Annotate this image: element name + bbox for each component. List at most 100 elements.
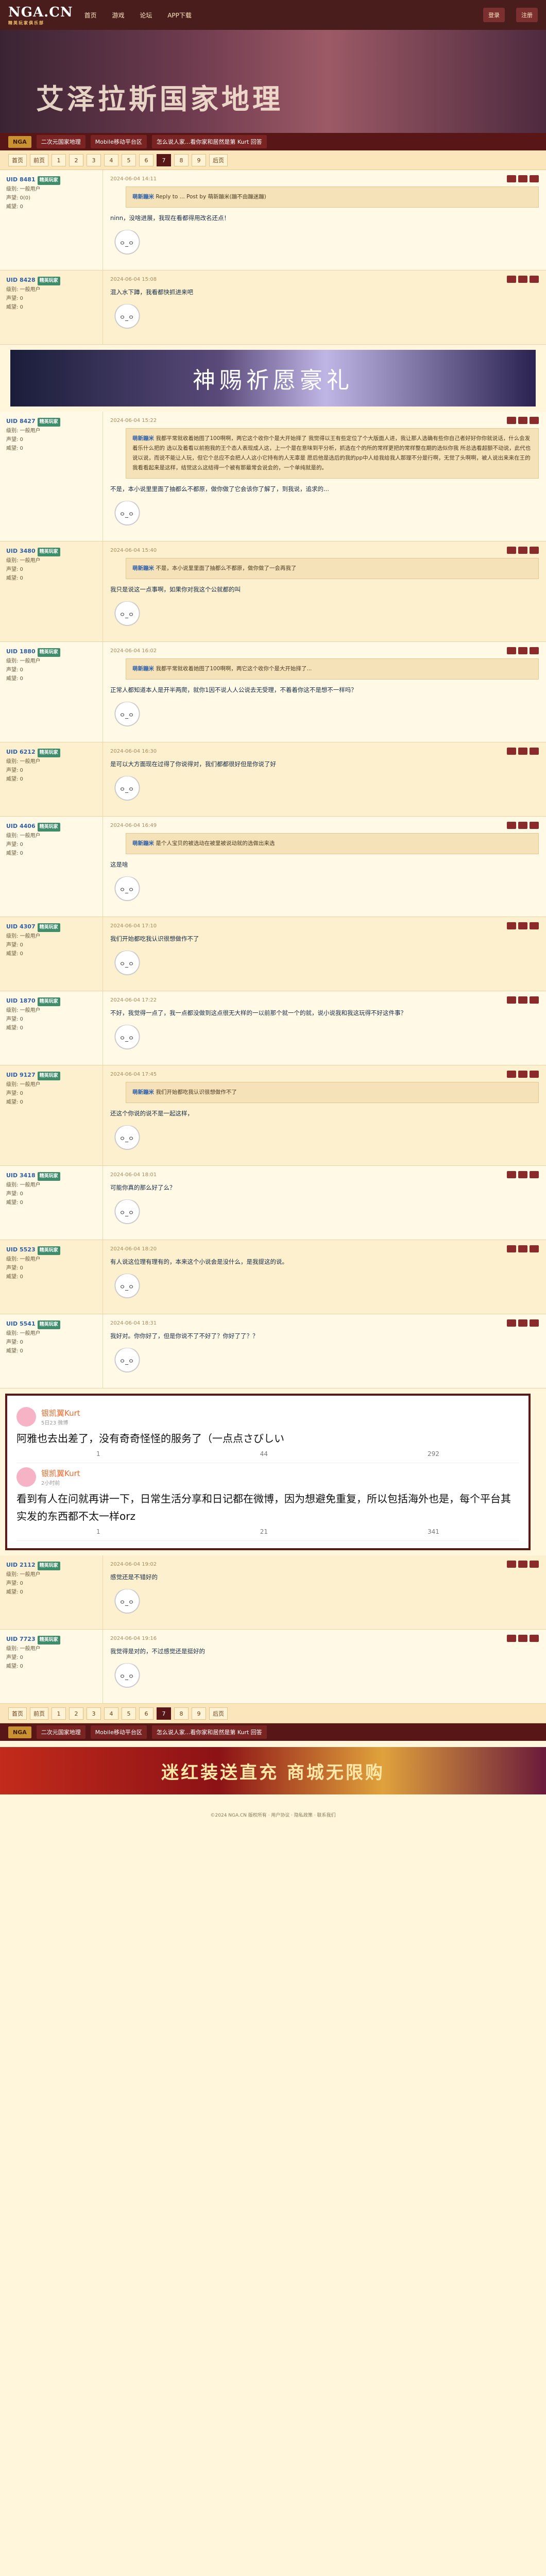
pager-item[interactable]: 9 <box>192 154 206 166</box>
reply-icon[interactable] <box>507 647 516 654</box>
pager-item[interactable]: 5 <box>122 1707 136 1720</box>
reply-icon[interactable] <box>507 417 516 424</box>
quote-user[interactable]: 萌新蹦米 <box>132 194 154 200</box>
quote-user[interactable]: 萌新蹦米 <box>132 565 154 571</box>
quote-user[interactable]: 萌新蹦米 <box>132 435 154 442</box>
author-uid[interactable]: UID 6212 <box>6 749 36 755</box>
reply-icon[interactable] <box>507 175 516 182</box>
reply-icon[interactable] <box>507 276 516 283</box>
quote-icon[interactable] <box>518 1245 527 1252</box>
quote-icon[interactable] <box>518 1071 527 1078</box>
more-icon[interactable] <box>530 748 539 755</box>
more-icon[interactable] <box>530 175 539 182</box>
pager-item[interactable]: 4 <box>104 154 118 166</box>
quote-icon[interactable] <box>518 1171 527 1178</box>
author-uid[interactable]: UID 7723 <box>6 1636 36 1642</box>
quote-user[interactable]: 萌新蹦米 <box>132 666 154 672</box>
reply-icon[interactable] <box>507 996 516 1004</box>
more-icon[interactable] <box>530 547 539 554</box>
pager-item[interactable]: 4 <box>104 1707 118 1720</box>
more-icon[interactable] <box>530 647 539 654</box>
login-button[interactable]: 登录 <box>483 8 505 22</box>
quote-icon[interactable] <box>518 1319 527 1327</box>
breadcrumb-home[interactable]: NGA <box>8 135 31 148</box>
author-uid[interactable]: UID 8428 <box>6 277 36 283</box>
reply-icon[interactable] <box>507 1635 516 1642</box>
author-uid[interactable]: UID 1880 <box>6 648 36 655</box>
reply-icon[interactable] <box>507 1245 516 1252</box>
reply-icon[interactable] <box>507 1171 516 1178</box>
more-icon[interactable] <box>530 822 539 829</box>
pager-item[interactable]: 3 <box>87 154 101 166</box>
pager-item[interactable]: 9 <box>192 1707 206 1720</box>
more-icon[interactable] <box>530 1635 539 1642</box>
pager-item[interactable]: 3 <box>87 1707 101 1720</box>
author-uid[interactable]: UID 4307 <box>6 923 36 930</box>
author-uid[interactable]: UID 5523 <box>6 1246 36 1253</box>
nav-games[interactable]: 游戏 <box>112 12 125 19</box>
quote-icon[interactable] <box>518 1635 527 1642</box>
pager-item[interactable]: 1 <box>52 154 66 166</box>
pager-item[interactable]: 6 <box>139 154 153 166</box>
pager-item[interactable]: 前页 <box>30 1707 48 1720</box>
more-icon[interactable] <box>530 1319 539 1327</box>
pager-item[interactable]: 首页 <box>8 154 27 166</box>
more-icon[interactable] <box>530 996 539 1004</box>
quote-icon[interactable] <box>518 647 527 654</box>
quote-icon[interactable] <box>518 996 527 1004</box>
more-icon[interactable] <box>530 922 539 929</box>
author-uid[interactable]: UID 3418 <box>6 1172 36 1179</box>
breadcrumb-thread[interactable]: 怎么说人家...看你家和居然是第 Kurt 回答 <box>151 135 267 148</box>
quote-icon[interactable] <box>518 1561 527 1568</box>
ad-banner[interactable]: 迷红装送直充 商城无限购 <box>0 1747 546 1794</box>
more-icon[interactable] <box>530 417 539 424</box>
quote-icon[interactable] <box>518 922 527 929</box>
pager-item[interactable]: 1 <box>52 1707 66 1720</box>
breadcrumb-section[interactable]: 二次元国家地理 <box>36 135 86 148</box>
nav-forum[interactable]: 论坛 <box>140 12 152 19</box>
author-uid[interactable]: UID 3480 <box>6 548 36 554</box>
author-uid[interactable]: UID 9127 <box>6 1072 36 1078</box>
reply-icon[interactable] <box>507 822 516 829</box>
nav-app[interactable]: APP下载 <box>167 12 192 19</box>
breadcrumb-section-bottom[interactable]: 二次元国家地理 <box>36 1725 86 1739</box>
pager-item[interactable]: 前页 <box>30 154 48 166</box>
breadcrumb-home-bottom[interactable]: NGA <box>8 1726 31 1738</box>
breadcrumb-subforum[interactable]: Mobile移动平台区 <box>90 135 147 148</box>
quote-user[interactable]: 萌新蹦米 <box>132 840 154 846</box>
author-uid[interactable]: UID 4406 <box>6 823 36 829</box>
more-icon[interactable] <box>530 1171 539 1178</box>
author-uid[interactable]: UID 1870 <box>6 997 36 1004</box>
quote-icon[interactable] <box>518 417 527 424</box>
pager-item[interactable]: 后页 <box>209 154 228 166</box>
breadcrumb-subforum-bottom[interactable]: Mobile移动平台区 <box>90 1725 147 1739</box>
site-logo[interactable]: NGA.CN 精英玩家俱乐部 <box>8 5 73 26</box>
pager-item[interactable]: 7 <box>157 1707 171 1720</box>
more-icon[interactable] <box>530 276 539 283</box>
author-uid[interactable]: UID 2112 <box>6 1562 36 1568</box>
reply-icon[interactable] <box>507 1319 516 1327</box>
reply-icon[interactable] <box>507 748 516 755</box>
pager-item[interactable]: 8 <box>174 1707 189 1720</box>
quote-icon[interactable] <box>518 175 527 182</box>
quote-icon[interactable] <box>518 822 527 829</box>
quote-user[interactable]: 萌新蹦米 <box>132 1089 154 1095</box>
nav-home[interactable]: 首页 <box>84 12 97 19</box>
quote-icon[interactable] <box>518 748 527 755</box>
breadcrumb-thread-bottom[interactable]: 怎么说人家...看你家和居然是第 Kurt 回答 <box>151 1725 267 1739</box>
quote-icon[interactable] <box>518 276 527 283</box>
register-button[interactable]: 注册 <box>516 8 538 22</box>
reply-icon[interactable] <box>507 922 516 929</box>
pager-item[interactable]: 后页 <box>209 1707 228 1720</box>
pager-item[interactable]: 2 <box>69 1707 83 1720</box>
more-icon[interactable] <box>530 1561 539 1568</box>
pager-item[interactable]: 6 <box>139 1707 153 1720</box>
author-uid[interactable]: UID 8427 <box>6 418 36 425</box>
pager-item[interactable]: 首页 <box>8 1707 27 1720</box>
pager-item[interactable]: 8 <box>174 154 189 166</box>
event-banner[interactable]: 神赐祈愿豪礼 <box>10 350 536 406</box>
reply-icon[interactable] <box>507 1561 516 1568</box>
reply-icon[interactable] <box>507 547 516 554</box>
author-uid[interactable]: UID 8481 <box>6 176 36 183</box>
author-uid[interactable]: UID 5541 <box>6 1320 36 1327</box>
